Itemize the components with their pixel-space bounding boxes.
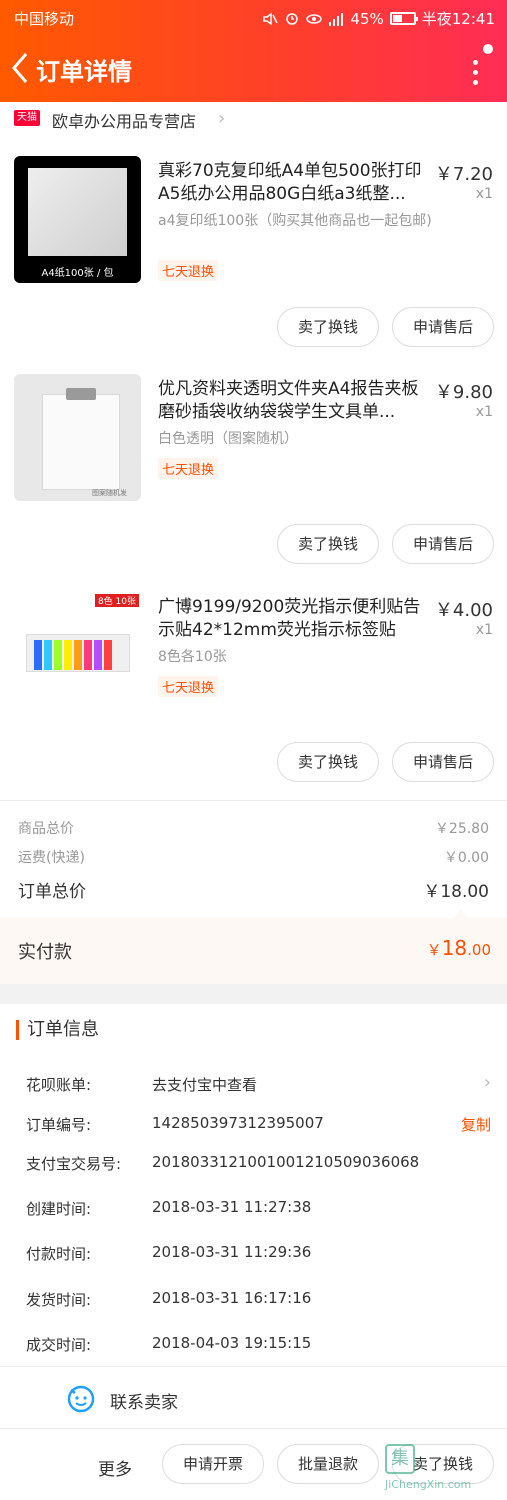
paid-value: ￥18.00 <box>427 936 491 960</box>
caret-up-icon <box>453 910 469 918</box>
order-total-row: 订单总价 ￥18.00 <box>18 877 489 902</box>
store-header[interactable]: 天猫 欧卓办公用品专营店 › <box>0 102 507 136</box>
item-quantity: x1 <box>475 404 493 420</box>
mute-icon <box>263 12 279 25</box>
shipping-row: 运费(快递) ￥0.00 <box>18 847 489 867</box>
watermark-text: JiChengXin.com <box>385 1478 472 1491</box>
section-gap <box>0 984 507 1004</box>
batch-refund-button[interactable]: 批量退款 <box>277 1444 379 1484</box>
paid-time-label: 付款时间: <box>26 1245 92 1263</box>
app-header: 中国移动 45% 半夜12:41 订单详情 <box>0 0 507 102</box>
return-policy-tag: 七天退换 <box>158 260 219 281</box>
huabei-label: 花呗账单: <box>26 1076 92 1094</box>
shipping-label: 运费(快递) <box>18 850 85 866</box>
item-price: ￥4.00 <box>434 600 493 621</box>
item-sku: 白色透明（图案随机） <box>158 431 298 447</box>
tmall-badge: 天猫 <box>14 110 40 126</box>
item-sku: a4复印纸100张（购买其他商品也一起包邮) <box>158 213 432 229</box>
order-item[interactable]: A4纸100张 / 包 真彩70克复印纸A4单包500张打印A5纸办公用品80G… <box>0 156 507 374</box>
carrier-name: 中国移动 <box>14 10 75 28</box>
item-quantity: x1 <box>475 622 493 638</box>
goods-total-row: 商品总价 ￥25.80 <box>18 818 489 838</box>
completed-time-value: 2018-04-03 19:15:15 <box>152 1334 312 1352</box>
chevron-right-icon: › <box>218 108 226 129</box>
huabei-value[interactable]: 去支付宝中查看 <box>152 1074 257 1095</box>
completed-time-label: 成交时间: <box>26 1336 92 1354</box>
product-thumbnail[interactable]: 8色 10张 <box>14 592 141 719</box>
after-sales-button[interactable]: 申请售后 <box>392 524 494 564</box>
return-policy-tag: 七天退换 <box>158 458 219 479</box>
thumbnail-caption: 图案随机发 <box>92 489 127 497</box>
order-item[interactable]: 图案随机发 优凡资料夹透明文件夹A4报告夹板磨砂插袋收纳袋袋学生文具单... ￥… <box>0 374 507 592</box>
divider <box>0 1428 507 1429</box>
shipped-time-value: 2018-03-31 16:17:16 <box>152 1289 312 1307</box>
goods-total-label: 商品总价 <box>18 821 74 837</box>
page-title: 订单详情 <box>36 58 132 86</box>
notification-dot-icon <box>483 44 493 54</box>
status-bar: 中国移动 45% 半夜12:41 <box>0 0 507 34</box>
currency-symbol: ￥ <box>426 941 442 959</box>
order-number-label: 订单编号: <box>26 1116 92 1134</box>
order-info-title: 订单信息 <box>16 1020 99 1040</box>
signal-icon <box>329 12 344 26</box>
back-arrow-icon[interactable] <box>8 50 32 86</box>
paid-label: 实付款 <box>18 942 72 963</box>
paid-decimal: .00 <box>467 941 491 959</box>
sell-button[interactable]: 卖了换钱 <box>277 742 379 782</box>
order-total-value: ￥18.00 <box>423 882 489 902</box>
order-number-value: 142850397312395007 <box>152 1114 324 1132</box>
item-title[interactable]: 优凡资料夹透明文件夹A4报告夹板磨砂插袋收纳袋袋学生文具单... <box>158 378 433 424</box>
after-sales-button[interactable]: 申请售后 <box>392 742 494 782</box>
item-title[interactable]: 广博9199/9200荧光指示便利贴告示贴42*12mm荧光指示标签贴 <box>158 596 433 642</box>
nav-bar: 订单详情 <box>0 40 507 96</box>
eye-icon <box>306 13 323 24</box>
sell-button[interactable]: 卖了换钱 <box>277 524 379 564</box>
after-sales-button[interactable]: 申请售后 <box>392 307 494 347</box>
item-quantity: x1 <box>475 186 493 202</box>
created-time-value: 2018-03-31 11:27:38 <box>152 1198 312 1216</box>
paid-integer: 18 <box>441 936 468 960</box>
chat-face-icon <box>67 1385 95 1413</box>
product-thumbnail[interactable]: A4纸100张 / 包 <box>14 156 141 283</box>
battery-percent: 45% <box>350 9 384 28</box>
alipay-trade-label: 支付宝交易号: <box>26 1155 122 1173</box>
product-thumbnail[interactable]: 图案随机发 <box>14 374 141 501</box>
order-total-label: 订单总价 <box>18 882 86 902</box>
created-time-label: 创建时间: <box>26 1200 92 1218</box>
item-price: ￥7.20 <box>434 164 493 185</box>
contact-seller-button[interactable]: 联系卖家 <box>0 1372 507 1428</box>
divider <box>0 800 507 801</box>
item-price: ￥9.80 <box>434 382 493 403</box>
store-name[interactable]: 欧卓办公用品专营店 <box>52 108 196 132</box>
clock: 半夜12:41 <box>421 10 495 28</box>
shipping-value: ￥0.00 <box>443 850 489 866</box>
dot-icon <box>473 80 478 85</box>
divider <box>0 1366 507 1367</box>
alipay-trade-value: 2018033121001001210509036068 <box>152 1153 420 1171</box>
invoice-button[interactable]: 申请开票 <box>162 1444 264 1484</box>
goods-total-value: ￥25.80 <box>434 821 489 837</box>
shipped-time-label: 发货时间: <box>26 1291 92 1309</box>
chevron-right-icon: › <box>483 1072 491 1093</box>
watermark: 集 JiChengXin.com <box>385 1444 503 1496</box>
more-button[interactable]: 更多 <box>98 1455 132 1480</box>
paid-time-value: 2018-03-31 11:29:36 <box>152 1243 312 1261</box>
battery-icon <box>389 12 418 25</box>
item-sku: 8色各10张 <box>158 649 227 665</box>
thumbnail-caption: A4纸100张 / 包 <box>41 268 114 279</box>
thumbnail-caption: 8色 10张 <box>94 594 139 607</box>
copy-button[interactable]: 复制 <box>461 1114 491 1135</box>
paid-amount-panel: 实付款 ￥18.00 <box>0 910 507 984</box>
status-icons: 45% 半夜12:41 <box>262 8 495 29</box>
watermark-logo: 集 <box>385 1444 415 1474</box>
item-title[interactable]: 真彩70克复印纸A4单包500张打印A5纸办公用品80G白纸a3纸整... <box>158 160 433 206</box>
return-policy-tag: 七天退换 <box>158 676 219 697</box>
alarm-icon <box>286 12 299 25</box>
dot-icon <box>473 70 478 75</box>
contact-seller-label: 联系卖家 <box>110 1393 178 1413</box>
dot-icon <box>473 60 478 65</box>
sell-button[interactable]: 卖了换钱 <box>277 307 379 347</box>
order-item[interactable]: 8色 10张 广博9199/9200荧光指示便利贴告示贴42*12mm荧光指示标… <box>0 592 507 810</box>
